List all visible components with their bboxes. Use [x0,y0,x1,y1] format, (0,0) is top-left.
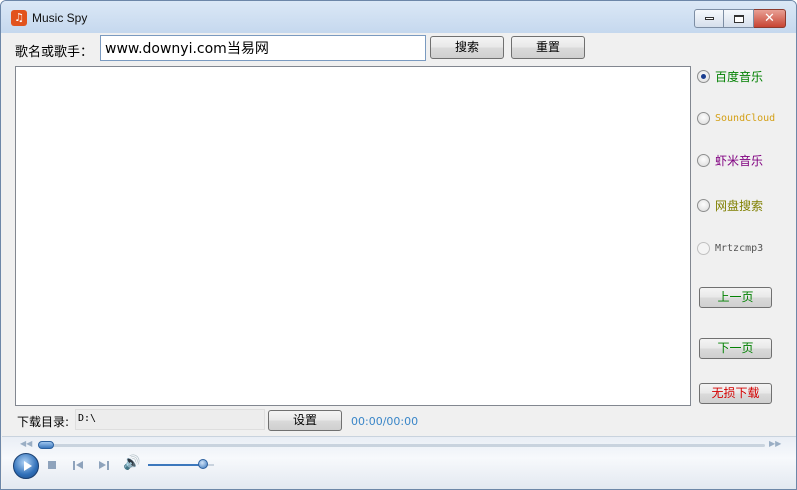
radio-button[interactable] [697,199,710,212]
title-bar[interactable]: ♫ Music Spy ✕ [1,1,796,33]
close-icon: ✕ [764,11,775,26]
search-label: 歌名或歌手： [15,45,94,60]
seek-thumb[interactable] [38,441,54,449]
source-option-xiami[interactable]: 虾米音乐 [697,152,763,169]
previous-track-icon[interactable] [72,459,84,471]
radio-button[interactable] [697,154,710,167]
source-label: SoundCloud [715,113,776,124]
source-label: 网盘搜索 [715,199,764,213]
time-display: 00:00/00:00 [351,415,419,428]
source-option-mrtzcmp3: Mrtzcmp3 [697,242,763,255]
radio-button [697,242,710,255]
source-option-soundcloud[interactable]: SoundCloud [697,112,775,125]
window-controls: ✕ [694,9,786,28]
minimize-icon [704,17,714,20]
download-dir-field[interactable]: D:\ [75,409,265,430]
rewind-arrow-icon: ◀◀ [20,439,33,448]
fast-forward-arrow-icon: ▶▶ [769,439,782,448]
search-button[interactable]: 搜索 [430,36,504,59]
app-window: ♫ Music Spy ✕ 歌名或歌手： 搜索 重置 百度音乐 SoundClo… [0,0,797,490]
media-player: ◀◀ ▶▶ 🔊 [2,436,796,489]
lossless-download-button[interactable]: 无损下载 [699,383,772,404]
reset-button[interactable]: 重置 [511,36,585,59]
source-option-netdisk[interactable]: 网盘搜索 [697,197,763,214]
download-dir-label: 下载目录: [17,415,70,429]
maximize-button[interactable] [724,9,754,28]
settings-button[interactable]: 设置 [268,410,342,431]
search-input[interactable] [100,35,426,61]
volume-thumb[interactable] [198,459,208,469]
volume-icon[interactable]: 🔊 [123,455,140,471]
source-label: 虾米音乐 [715,154,764,168]
stop-icon[interactable] [46,459,58,471]
window-title: Music Spy [32,11,88,25]
source-label: Mrtzcmp3 [715,243,764,254]
music-note-icon: ♫ [11,10,27,26]
result-list[interactable] [15,66,691,406]
radio-button[interactable] [697,70,710,83]
maximize-icon [733,14,744,23]
main-panel: 歌名或歌手： 搜索 重置 百度音乐 SoundCloud 虾米音乐 网盘搜索 M… [2,33,796,489]
close-button[interactable]: ✕ [754,9,786,28]
source-label: 百度音乐 [715,70,764,84]
source-option-baidu[interactable]: 百度音乐 [697,68,763,85]
prev-page-button[interactable]: 上一页 [699,287,772,308]
seek-bar[interactable] [38,444,765,447]
play-button[interactable] [13,453,39,479]
minimize-button[interactable] [694,9,724,28]
radio-button[interactable] [697,112,710,125]
next-page-button[interactable]: 下一页 [699,338,772,359]
next-track-icon[interactable] [98,459,110,471]
